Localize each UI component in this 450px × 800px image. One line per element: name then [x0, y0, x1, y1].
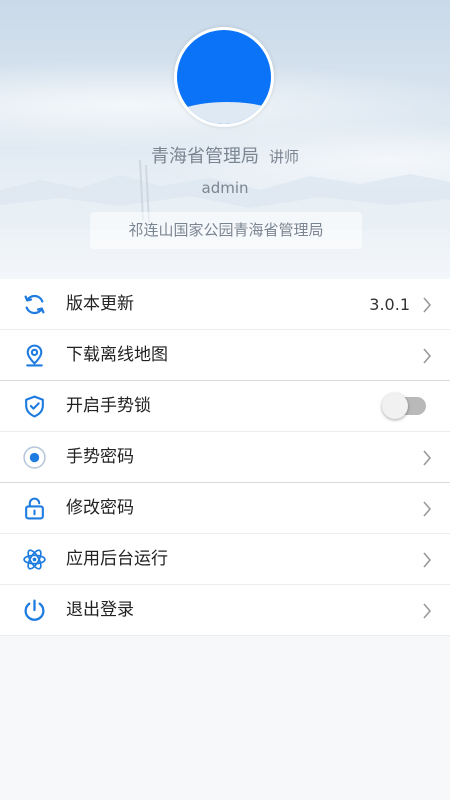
- lock-icon: [25, 497, 44, 520]
- org-name: 青海省管理局: [150, 146, 259, 167]
- change-password-label: 修改密码: [66, 498, 134, 518]
- version-update-label: 版本更新: [66, 294, 134, 314]
- background-run-label: 应用后台运行: [66, 549, 168, 569]
- shield-check-icon: [25, 395, 44, 418]
- chevron-right-icon: [423, 297, 432, 313]
- chevron-right-icon: [423, 450, 432, 466]
- username: admin: [201, 179, 249, 197]
- gesture-lock-row: 开启手势锁: [0, 381, 450, 432]
- avatar-hill: [177, 102, 271, 124]
- radio-dot-icon: [23, 446, 46, 469]
- gesture-lock-label: 开启手势锁: [66, 396, 151, 416]
- chevron-right-icon: [423, 501, 432, 517]
- power-icon: [24, 599, 45, 621]
- chevron-right-icon: [423, 348, 432, 364]
- toggle-knob: [382, 393, 408, 419]
- settings-menu: 版本更新 3.0.1 下载离线地图 开启手势锁 手势密码 修改密码 应用后台运行…: [0, 279, 450, 636]
- version-number: 3.0.1: [369, 295, 410, 314]
- chevron-right-icon: [423, 552, 432, 568]
- chevron-right-icon: [423, 603, 432, 619]
- version-update-row[interactable]: 版本更新 3.0.1: [0, 279, 450, 330]
- gesture-password-row[interactable]: 手势密码: [0, 432, 450, 483]
- refresh-icon: [24, 294, 45, 315]
- atom-icon: [23, 549, 46, 570]
- profile-name-row: 青海省管理局 讲师: [0, 142, 450, 168]
- offline-map-label: 下载离线地图: [66, 345, 168, 365]
- logout-row[interactable]: 退出登录: [0, 585, 450, 636]
- role-label: 讲师: [268, 148, 299, 166]
- unit-badge: 祁连山国家公园青海省管理局: [90, 212, 362, 249]
- change-password-row[interactable]: 修改密码: [0, 483, 450, 534]
- background-run-row[interactable]: 应用后台运行: [0, 534, 450, 585]
- gesture-password-label: 手势密码: [66, 447, 134, 467]
- offline-map-row[interactable]: 下载离线地图: [0, 330, 450, 381]
- gesture-lock-toggle[interactable]: [382, 393, 426, 419]
- logout-label: 退出登录: [66, 600, 134, 620]
- location-pin-icon: [26, 344, 43, 367]
- avatar[interactable]: [174, 27, 274, 127]
